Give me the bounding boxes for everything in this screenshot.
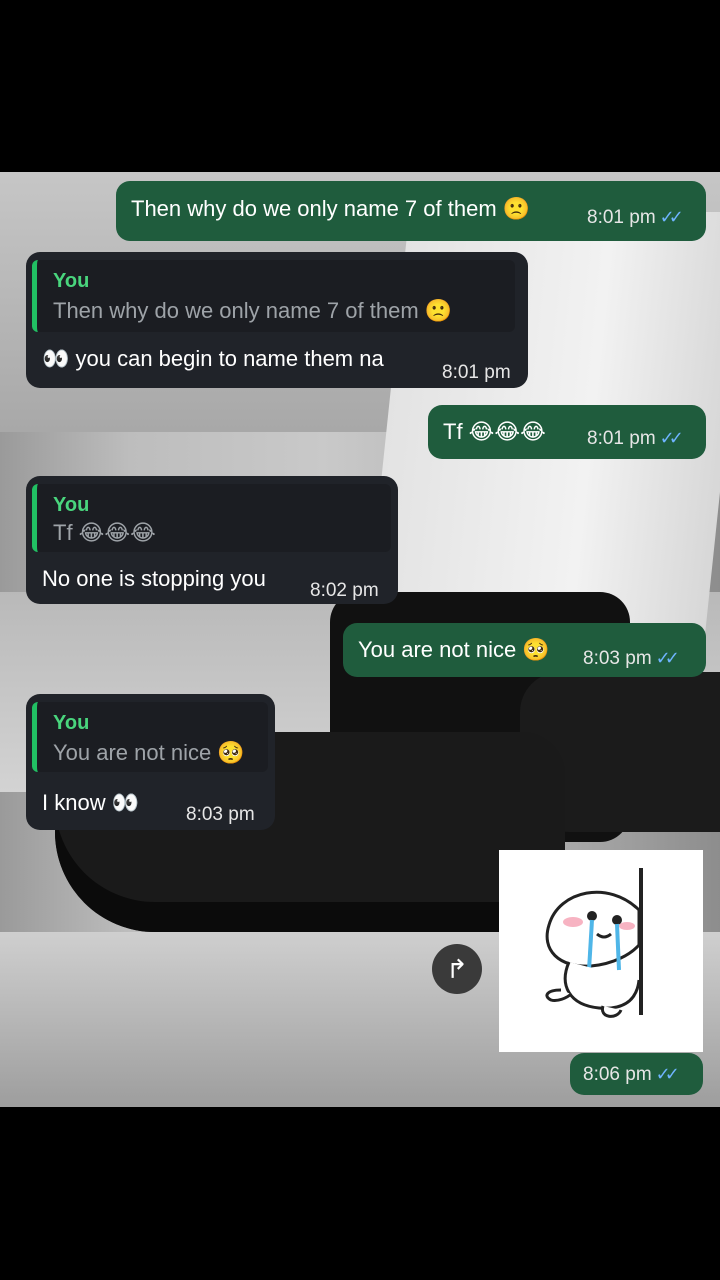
message-text: I know 👀	[42, 790, 140, 815]
double-check-icon: ✓✓	[659, 207, 684, 227]
message-time: 8:01 pm ✓✓	[587, 207, 684, 228]
message-bubble-outgoing[interactable]: Then why do we only name 7 of them 🙁 8:0…	[116, 181, 706, 241]
message-text: Tf 😂😂😂	[443, 419, 546, 444]
reply-text: You are not nice 🥺	[53, 740, 245, 765]
message-bubble-incoming[interactable]: You Tf 😂😂😂 No one is stopping you 8:02 p…	[26, 476, 398, 604]
reply-author: You	[53, 270, 90, 292]
double-check-icon: ✓✓	[655, 648, 680, 668]
message-text: You are not nice 🥺	[358, 637, 550, 662]
message-bubble-outgoing[interactable]: Tf 😂😂😂 8:01 pm ✓✓	[428, 405, 706, 459]
message-bubble-outgoing[interactable]: You are not nice 🥺 8:03 pm ✓✓	[343, 623, 706, 677]
message-bubble-outgoing[interactable]: 8:06 pm ✓✓	[570, 1053, 703, 1095]
message-time: 8:03 pm ✓✓	[583, 648, 680, 669]
reply-quote[interactable]: You Tf 😂😂😂	[32, 484, 391, 552]
message-time: 8:02 pm	[310, 580, 379, 601]
chat-area[interactable]: Then why do we only name 7 of them 🙁 8:0…	[0, 172, 720, 1107]
message-text: Then why do we only name 7 of them 🙁	[131, 196, 531, 221]
sticker-image[interactable]	[499, 850, 703, 1052]
message-time: 8:06 pm ✓✓	[583, 1064, 680, 1085]
message-time: 8:01 pm ✓✓	[587, 428, 684, 449]
message-bubble-incoming[interactable]: You Then why do we only name 7 of them 🙁…	[26, 252, 528, 388]
message-time: 8:03 pm	[186, 804, 255, 825]
message-text: No one is stopping you	[42, 566, 266, 591]
double-check-icon: ✓✓	[655, 1064, 680, 1084]
reply-quote[interactable]: You Then why do we only name 7 of them 🙁	[32, 260, 515, 332]
crying-blob-sticker-icon	[545, 868, 643, 1018]
message-bubble-incoming[interactable]: You You are not nice 🥺 I know 👀 8:03 pm	[26, 694, 275, 830]
forward-button[interactable]: ↱	[432, 944, 482, 994]
message-time: 8:01 pm	[442, 362, 511, 383]
reply-author: You	[53, 494, 90, 516]
reply-text: Tf 😂😂😂	[53, 520, 156, 545]
double-check-icon: ✓✓	[659, 428, 684, 448]
forward-icon: ↱	[446, 953, 468, 984]
message-text: 👀 you can begin to name them na	[42, 346, 384, 371]
reply-text: Then why do we only name 7 of them 🙁	[53, 298, 453, 323]
reply-author: You	[53, 712, 90, 734]
reply-quote[interactable]: You You are not nice 🥺	[32, 702, 268, 772]
